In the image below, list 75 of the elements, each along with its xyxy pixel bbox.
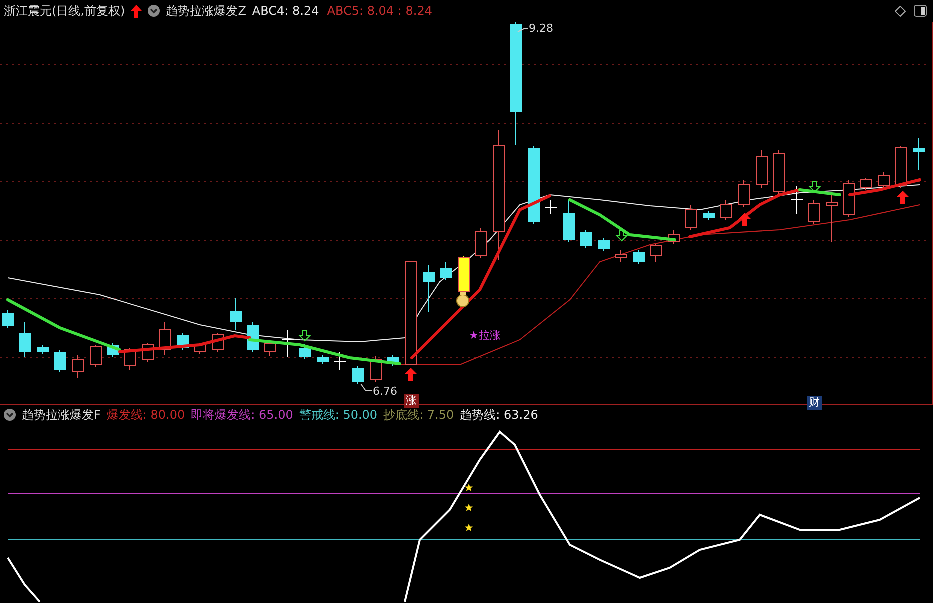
- candlestick: [334, 352, 346, 370]
- indicator-readout: ABC5: 8.04 : 8.24: [327, 4, 432, 18]
- indicator-readout: 抄底线: 7.50: [384, 406, 454, 424]
- signal-marker: 涨: [404, 394, 419, 408]
- candlestick: [685, 204, 697, 230]
- indicator-readout: ABC4: 8.24: [252, 4, 320, 18]
- candlestick: [860, 178, 872, 190]
- candlestick: [615, 250, 627, 262]
- candlestick: [668, 230, 680, 244]
- candlestick: [159, 322, 171, 356]
- down-arrow-icon: [808, 182, 822, 193]
- down-arrow-icon: [298, 330, 312, 342]
- candlestick: [598, 238, 610, 252]
- candlestick: [650, 244, 662, 262]
- leader-line: [360, 384, 372, 392]
- candlestick: [895, 146, 907, 188]
- candlestick: [720, 200, 732, 220]
- up-arrow-icon: [739, 213, 751, 226]
- leader-line: [518, 28, 528, 32]
- indicator-name: 趋势拉涨爆发F: [22, 406, 101, 424]
- indicator-readout: 爆发线: 80.00: [106, 406, 186, 424]
- candlestick: [264, 340, 276, 356]
- candlestick: [843, 180, 855, 218]
- up-arrow-icon: [897, 191, 909, 204]
- indicator-readout: 趋势线: 63.26: [460, 406, 538, 424]
- dropdown-icon[interactable]: [4, 409, 16, 421]
- candlestick: [352, 366, 364, 384]
- candlestick: [878, 172, 890, 188]
- low-price-label: 6.76: [373, 385, 398, 398]
- candlestick: [299, 344, 311, 360]
- candlestick: [19, 322, 31, 358]
- money-bag-icon: [456, 292, 470, 308]
- candlestick: [440, 262, 452, 280]
- candlestick: [282, 330, 294, 358]
- candlestick: [230, 298, 242, 330]
- candlestick: [580, 230, 592, 248]
- candlestick: [913, 138, 925, 170]
- down-arrow-icon: [616, 230, 628, 242]
- candlestick: [544, 200, 558, 214]
- candlestick: [54, 350, 66, 372]
- star-icon: [465, 504, 473, 512]
- candlestick: [790, 186, 804, 214]
- candlestick: [458, 256, 470, 294]
- stock-title: 浙江震元(日线,前复权): [4, 2, 126, 20]
- candlestick: [194, 342, 206, 354]
- candlestick: [756, 150, 768, 188]
- candlestick: [773, 150, 785, 194]
- candlestick: [703, 210, 715, 220]
- candlestick: [317, 354, 329, 364]
- signal-marker: 财: [807, 396, 822, 410]
- candlestick: [2, 310, 14, 328]
- candlestick: [90, 344, 102, 368]
- candlestick: [633, 250, 645, 264]
- candlestick: [107, 342, 119, 358]
- candlestick: [475, 228, 487, 258]
- candlestick: [72, 354, 84, 378]
- up-arrow-icon: [131, 4, 142, 18]
- candlestick: [826, 192, 838, 242]
- indicator-readout: 警戒线: 50.00: [299, 406, 378, 424]
- diamond-icon[interactable]: [895, 6, 906, 16]
- signal-label: ★拉涨: [469, 328, 501, 343]
- star-icon: [465, 524, 473, 532]
- candlestick: [387, 354, 399, 366]
- candlestick: [563, 200, 575, 242]
- high-price-label: 9.28: [529, 22, 554, 35]
- indicator-name: 趋势拉涨爆发Z: [166, 2, 246, 20]
- dropdown-icon[interactable]: [148, 5, 160, 17]
- star-icon: [465, 484, 473, 492]
- candlestick: [738, 180, 750, 208]
- candlestick: [423, 264, 435, 312]
- up-arrow-icon: [405, 368, 417, 381]
- panel-toggle-icon[interactable]: [914, 5, 927, 17]
- indicator-readout: 即将爆发线: 65.00: [191, 406, 294, 424]
- candlestick: [808, 200, 820, 224]
- candlestick: [37, 344, 49, 354]
